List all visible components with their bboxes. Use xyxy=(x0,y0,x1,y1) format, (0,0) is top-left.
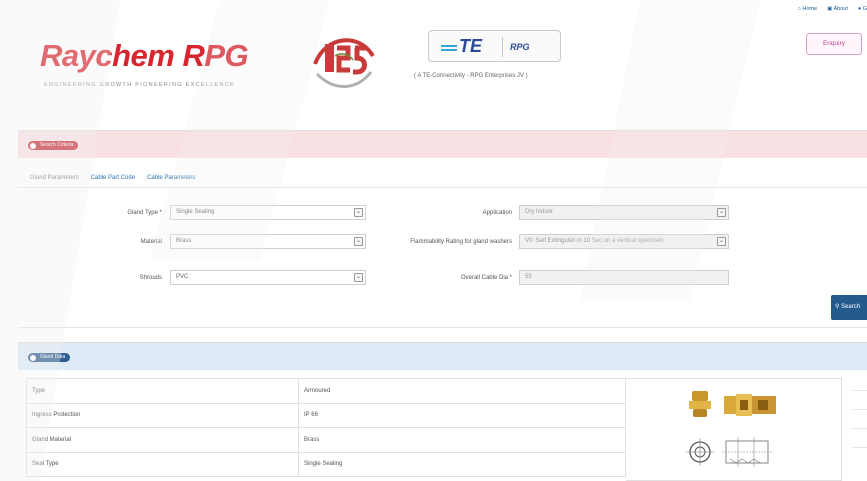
chevron-down-icon: ⌄ xyxy=(354,273,363,282)
flammability-label: Flammability Rating for gland washers xyxy=(410,239,512,245)
extra-link[interactable]: ● G xyxy=(858,6,867,12)
search-criteria-toggle[interactable]: Search Criteria xyxy=(28,141,79,150)
te-bars-icon xyxy=(441,45,457,51)
table-row: Type Armoured xyxy=(26,378,626,404)
material-select[interactable]: Brass ⌄ xyxy=(170,234,366,249)
row-name: Ingress Protection xyxy=(26,402,299,428)
application-label: Application xyxy=(482,210,512,216)
tab-gland-parameters[interactable]: Gland Parameters xyxy=(30,175,79,181)
flammability-select[interactable]: V0: Self Extinguish in 10 Sec on a verti… xyxy=(519,234,729,249)
table-row: Ingress Protection IP 66 xyxy=(26,402,626,428)
side-divider-lines xyxy=(852,390,867,466)
section-divider xyxy=(18,327,867,328)
row-name: Type xyxy=(26,378,299,404)
rpg-logo-text: RPG xyxy=(510,42,530,52)
logo-tagline: ENGINEERING GROWTH PIONEERING EXCELLENCE xyxy=(44,82,236,88)
about-link[interactable]: ▣ About xyxy=(827,6,848,12)
search-button[interactable]: ⚲ Search xyxy=(831,295,867,320)
anniversary-emblem-icon xyxy=(313,38,375,88)
chevron-down-icon: ⌄ xyxy=(717,208,726,217)
cable-gland-product-icon xyxy=(686,391,776,467)
overall-dia-label: Overall Cable Dia * xyxy=(460,275,512,281)
te-logo-text: TE xyxy=(459,36,483,56)
row-name: Seal Type xyxy=(26,451,299,477)
gland-data-table: Type Armoured Ingress Protection IP 66 G… xyxy=(26,378,626,477)
search-tabs: Gland Parameters Cable Part Code Cable P… xyxy=(30,175,195,181)
shrouds-label: Shrouds xyxy=(139,275,162,281)
top-links: ⌂ Home ▣ About ● G xyxy=(798,6,867,12)
home-link[interactable]: ⌂ Home xyxy=(798,6,818,12)
chevron-down-icon: ⌄ xyxy=(354,237,363,246)
gland-type-select[interactable]: Single Sealing ⌄ xyxy=(170,205,366,220)
jv-caption: ( A TE-Connectivity - RPG Enterprises JV… xyxy=(414,73,528,79)
gland-data-bar: Gland Data xyxy=(18,342,867,370)
chevron-down-icon: ⌄ xyxy=(354,208,363,217)
table-row: Gland Material Brass xyxy=(26,427,626,453)
row-value: Brass xyxy=(298,427,626,453)
row-value: IP 66 xyxy=(298,402,626,428)
gland-image-panel xyxy=(626,378,842,481)
row-name: Gland Material xyxy=(26,427,299,453)
gland-data-toggle[interactable]: Gland Data xyxy=(28,353,71,362)
raychem-logo[interactable]: Raychem RPG xyxy=(40,38,249,74)
tab-divider xyxy=(18,187,867,188)
shrouds-select[interactable]: PVC ⌄ xyxy=(170,270,366,285)
tab-cable-parameters[interactable]: Cable Parameters xyxy=(147,175,195,181)
site-header: Raychem RPG ENGINEERING GROWTH PIONEERIN… xyxy=(0,0,867,118)
row-value: Armoured xyxy=(298,378,626,404)
collapse-icon xyxy=(30,354,36,361)
search-icon: ⚲ xyxy=(835,304,840,310)
search-criteria-bar: Search Criteria xyxy=(18,130,867,158)
te-rpg-logo: TE RPG xyxy=(428,30,561,62)
material-label: Material xyxy=(140,239,162,245)
gland-type-label: Gland Type * xyxy=(127,210,162,216)
overall-dia-input[interactable]: 55 xyxy=(519,270,729,285)
application-select[interactable]: Dry Indoor ⌄ xyxy=(519,205,729,220)
collapse-icon xyxy=(30,142,36,149)
logo-separator xyxy=(502,37,503,57)
chevron-down-icon: ⌄ xyxy=(717,237,726,246)
tab-cable-part-code[interactable]: Cable Part Code xyxy=(91,175,135,181)
table-row: Seal Type Single Sealing xyxy=(26,451,626,477)
enquiry-button[interactable]: Enquiry xyxy=(806,33,862,55)
row-value: Single Sealing xyxy=(298,451,626,477)
